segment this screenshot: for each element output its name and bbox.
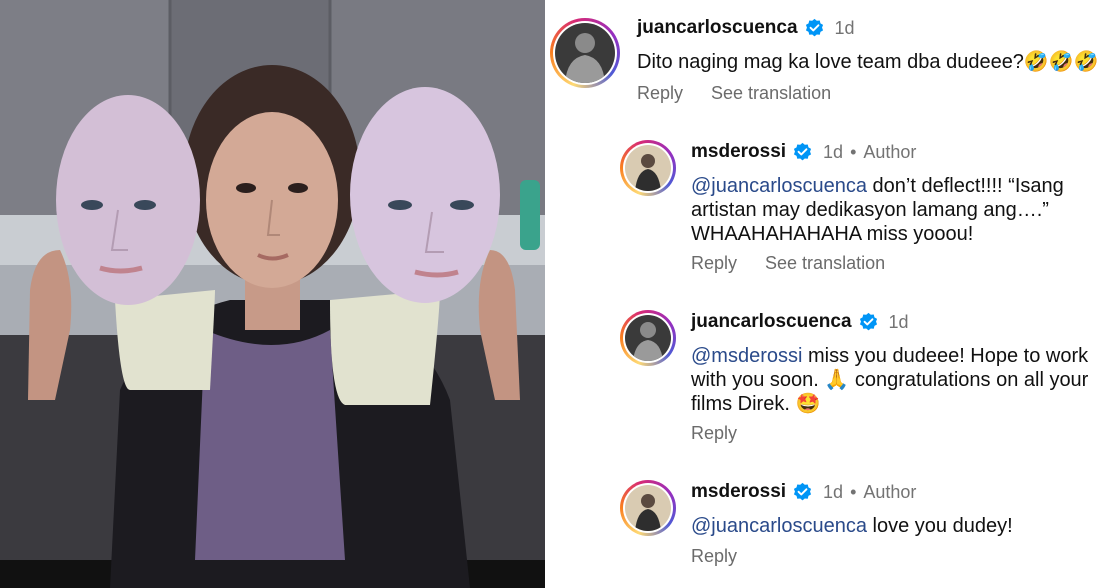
verified-badge-icon [793, 482, 812, 500]
reply-button[interactable]: Reply [637, 83, 683, 104]
see-translation-button[interactable]: See translation [711, 83, 831, 104]
avatar[interactable] [620, 140, 676, 196]
avatar-photo [625, 485, 671, 531]
comment-time: 1d [888, 311, 909, 332]
comment-text-line: with you soon. 🙏 congratulations on all … [691, 369, 1089, 391]
post-photo [0, 0, 545, 588]
comment-text: Dito naging mag ka love team dba dudeee?… [637, 51, 1099, 73]
comment-header: juancarloscuenca 1d [637, 17, 855, 39]
author-label: Author [863, 141, 917, 162]
avatar[interactable] [550, 18, 620, 88]
avatar[interactable] [620, 310, 676, 366]
comment-actions: Reply See translation [691, 253, 913, 274]
comment-time: 1d [834, 17, 855, 38]
mention-link[interactable]: @msderossi [691, 345, 802, 367]
verified-badge-icon [793, 142, 812, 160]
author-label: Author [863, 481, 917, 502]
username[interactable]: juancarloscuenca [637, 17, 798, 39]
separator-dot: • [850, 141, 857, 162]
reply-button[interactable]: Reply [691, 253, 737, 274]
comment-time: 1d [823, 141, 844, 162]
username[interactable]: msderossi [691, 141, 786, 163]
separator-dot: • [850, 481, 857, 502]
comment-actions: Reply See translation [637, 83, 859, 104]
username[interactable]: juancarloscuenca [691, 311, 852, 333]
comment-header: msderossi 1d • Author [691, 141, 916, 163]
comment-text: love you dudey! [866, 515, 1013, 537]
reply-button[interactable]: Reply [691, 546, 737, 567]
reply-button[interactable]: Reply [691, 423, 737, 444]
comment-actions: Reply [691, 546, 765, 567]
see-translation-button[interactable]: See translation [765, 253, 885, 274]
comment-text-line: WHAAHAHAHAHA miss yooou! [691, 223, 974, 245]
avatar-photo [625, 315, 671, 361]
comment-text-line: films Direk. 🤩 [691, 393, 821, 415]
comment-text-line: artistan may dedikasyon lamang ang….” [691, 199, 1049, 221]
comment-header: msderossi 1d • Author [691, 481, 916, 503]
comment-time: 1d [823, 481, 844, 502]
username[interactable]: msderossi [691, 481, 786, 503]
verified-badge-icon [859, 312, 877, 330]
comment-header: juancarloscuenca 1d [691, 311, 909, 333]
comment-text: miss you dudeee! Hope to work [802, 345, 1089, 367]
comment-text-line: @msderossi miss you dudeee! Hope to work [691, 344, 1088, 368]
avatar-photo [555, 23, 615, 83]
verified-badge-icon [805, 18, 823, 36]
avatar[interactable] [620, 480, 676, 536]
comment-actions: Reply [691, 423, 765, 444]
comments-panel: juancarloscuenca 1d Dito naging mag ka l… [545, 0, 1120, 588]
mention-link[interactable]: @juancarloscuenca [691, 515, 867, 537]
comment-text-line: @juancarloscuenca love you dudey! [691, 514, 1013, 538]
avatar-photo [625, 145, 671, 191]
post-photo-illustration [0, 0, 545, 588]
comment-text-line: @juancarloscuenca don’t deflect!!!! “Isa… [691, 174, 1064, 198]
mention-link[interactable]: @juancarloscuenca [691, 175, 867, 197]
comment-text: don’t deflect!!!! “Isang [866, 175, 1064, 197]
